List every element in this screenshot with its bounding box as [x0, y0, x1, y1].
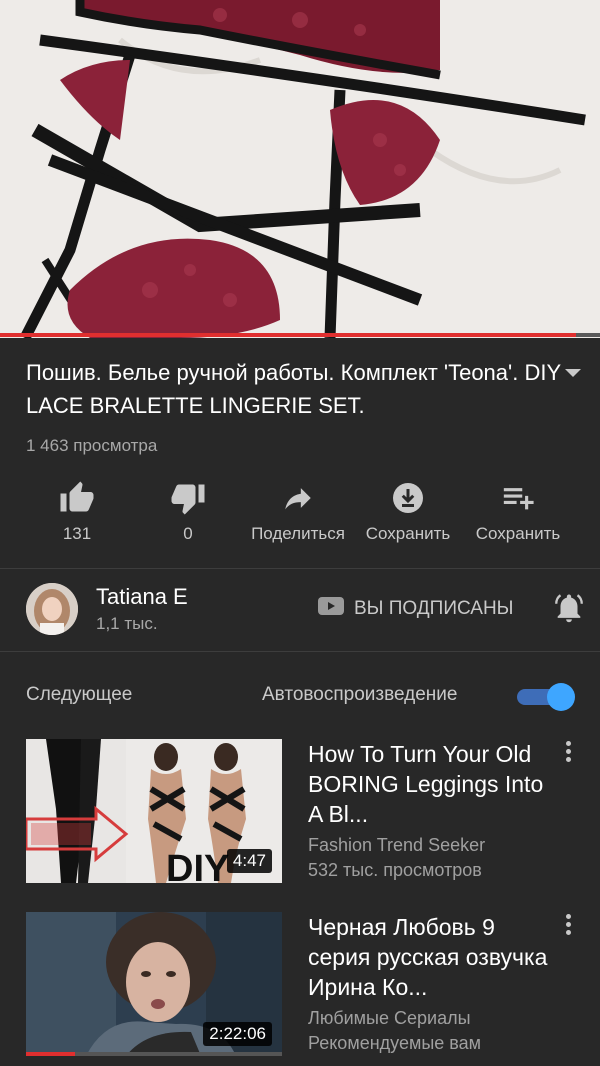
video-player[interactable] [0, 0, 600, 338]
watched-progress-bar [26, 1052, 282, 1056]
like-button[interactable]: 131 [22, 478, 132, 544]
autoplay-toggle[interactable] [517, 683, 575, 711]
video-card[interactable]: 2:22:06 Черная Любовь 9 серия русская оз… [26, 912, 582, 1058]
video-duration: 2:22:06 [203, 1022, 272, 1046]
thumbs-up-icon [22, 478, 132, 518]
youtube-play-icon [318, 597, 344, 621]
save-to-playlist-button[interactable]: Сохранить [463, 478, 573, 544]
channel-avatar[interactable] [26, 583, 78, 635]
download-button[interactable]: Сохранить [353, 478, 463, 544]
save-label: Сохранить [475, 524, 561, 543]
divider [0, 651, 600, 652]
channel-name[interactable]: Tatiana E [96, 584, 188, 610]
thumbs-down-icon [133, 478, 243, 518]
like-count: 131 [62, 524, 92, 543]
toggle-knob [547, 683, 575, 711]
up-next-label: Следующее [26, 684, 133, 705]
video-meta: 532 тыс. просмотров [308, 860, 482, 880]
more-options-icon[interactable] [562, 741, 574, 765]
video-thumbnail[interactable]: 2:22:06 [26, 912, 282, 1056]
autoplay-label: Автовоспроизведение [262, 684, 458, 705]
share-label: Поделиться [251, 524, 345, 543]
video-card[interactable]: DIY 4:47 How To Turn Your Old BORING Leg… [26, 739, 582, 885]
playback-progress-bar[interactable] [0, 333, 600, 337]
video-frame-lingerie [0, 0, 600, 338]
watched-progress-fill [26, 1052, 75, 1056]
subscribed-button[interactable]: ВЫ ПОДПИСАНЫ [318, 597, 514, 621]
chevron-down-icon[interactable] [562, 366, 584, 385]
notification-bell-icon[interactable] [552, 591, 586, 630]
video-thumbnail[interactable]: DIY 4:47 [26, 739, 282, 883]
dislike-button[interactable]: 0 [133, 478, 243, 544]
video-title: Пошив. Белье ручной работы. Комплект 'Te… [26, 360, 561, 418]
thumbnail-text: DIY [166, 848, 229, 883]
share-button[interactable]: Поделиться [243, 478, 353, 544]
add-to-playlist-icon [463, 478, 573, 518]
view-count: 1 463 просмотра [26, 436, 158, 455]
playback-progress-fill [0, 333, 576, 337]
share-icon [243, 478, 353, 518]
video-channel: Fashion Trend Seeker [308, 835, 486, 855]
video-meta: Рекомендуемые вам [308, 1033, 482, 1053]
more-options-icon[interactable] [562, 914, 574, 938]
video-channel: Любимые Сериалы [308, 1008, 471, 1028]
subscribed-label: ВЫ ПОДПИСАНЫ [354, 598, 514, 619]
video-title[interactable]: Черная Любовь 9 серия русская озвучка Ир… [308, 912, 548, 1002]
download-icon [353, 478, 463, 518]
subscriber-count: 1,1 тыс. [96, 614, 158, 633]
video-title[interactable]: How To Turn Your Old BORING Leggings Int… [308, 739, 548, 829]
download-label: Сохранить [365, 524, 451, 543]
divider [0, 568, 600, 569]
dislike-count: 0 [183, 524, 193, 543]
video-duration: 4:47 [226, 849, 272, 873]
